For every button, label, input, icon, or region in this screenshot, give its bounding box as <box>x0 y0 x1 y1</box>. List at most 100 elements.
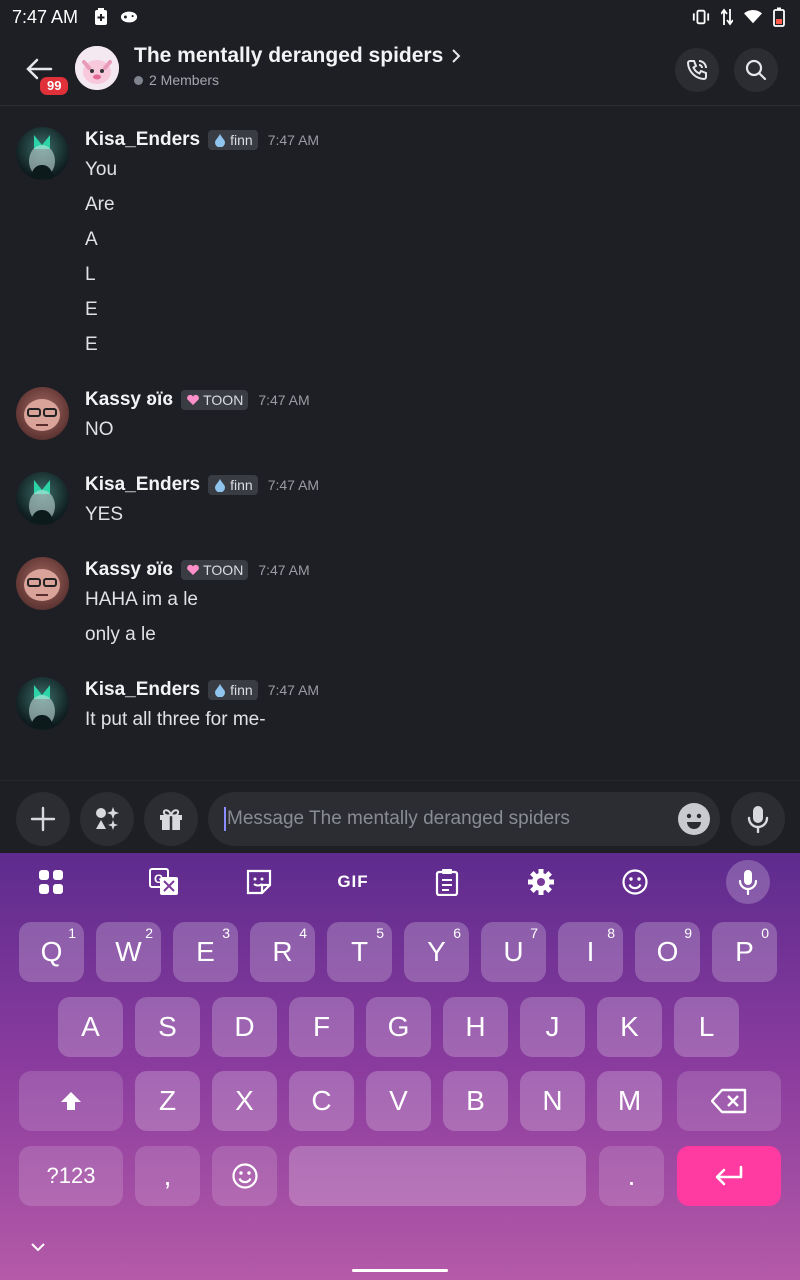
key-q[interactable]: Q1 <box>19 922 84 982</box>
key-h[interactable]: H <box>443 997 508 1057</box>
author-name[interactable]: Kassy ʚïɞ <box>85 559 173 581</box>
hide-keyboard-chevron-icon[interactable] <box>28 1237 48 1257</box>
avatar[interactable] <box>16 472 69 525</box>
key-f[interactable]: F <box>289 997 354 1057</box>
clan-tag-label: finn <box>230 682 253 698</box>
key-k[interactable]: K <box>597 997 662 1057</box>
clipboard-button[interactable] <box>432 867 462 897</box>
avatar[interactable] <box>16 557 69 610</box>
key-l[interactable]: L <box>674 997 739 1057</box>
add-attachment-button[interactable] <box>16 792 70 846</box>
message-list[interactable]: Kisa_Enders finn 7:47 AM You Are A L E E… <box>0 107 800 779</box>
keyboard-emoji-button[interactable] <box>620 867 650 897</box>
author-name[interactable]: Kassy ʚïɞ <box>85 389 173 411</box>
key-a[interactable]: A <box>58 997 123 1057</box>
key-u[interactable]: U7 <box>481 922 546 982</box>
clan-tag-label: TOON <box>203 562 244 578</box>
key-z[interactable]: Z <box>135 1071 200 1131</box>
apps-button[interactable] <box>80 792 134 846</box>
key-j[interactable]: J <box>520 997 585 1057</box>
key-label: I <box>586 936 595 967</box>
key-x[interactable]: X <box>212 1071 277 1131</box>
clan-tag-label: finn <box>230 477 253 493</box>
message-input[interactable]: Message The mentally deranged spiders <box>208 792 720 846</box>
keyboard-toolbar: G GIF <box>0 853 800 911</box>
key-o[interactable]: O9 <box>635 922 700 982</box>
key-t[interactable]: T5 <box>327 922 392 982</box>
key-w[interactable]: W2 <box>96 922 161 982</box>
backspace-key[interactable] <box>677 1071 781 1131</box>
voice-message-button[interactable] <box>731 792 785 846</box>
clan-tag[interactable]: finn <box>208 475 258 495</box>
key-g[interactable]: G <box>366 997 431 1057</box>
kisa-avatar-icon <box>29 135 55 179</box>
droplet-icon <box>215 479 226 492</box>
avatar[interactable] <box>16 127 69 180</box>
clan-tag[interactable]: TOON <box>181 560 249 580</box>
message-text[interactable]: YES <box>85 504 123 526</box>
author-name[interactable]: Kisa_Enders <box>85 129 200 151</box>
period-key[interactable]: . <box>599 1146 664 1206</box>
key-number-hint: 2 <box>145 925 153 941</box>
message-text[interactable]: NO <box>85 419 114 441</box>
key-label: K <box>620 1011 639 1042</box>
enter-key[interactable] <box>677 1146 781 1206</box>
message-text[interactable]: L <box>85 264 96 286</box>
space-key[interactable] <box>289 1146 586 1206</box>
key-s[interactable]: S <box>135 997 200 1057</box>
key-n[interactable]: N <box>520 1071 585 1131</box>
message-text[interactable]: HAHA im a le <box>85 589 198 611</box>
comma-key[interactable]: , <box>135 1146 200 1206</box>
message-text[interactable]: E <box>85 334 98 356</box>
message-text[interactable]: only a le <box>85 624 156 646</box>
call-button[interactable] <box>675 48 719 92</box>
message-text[interactable]: Are <box>85 194 115 216</box>
message-text[interactable]: It put all three for me- <box>85 709 266 731</box>
key-v[interactable]: V <box>366 1071 431 1131</box>
keyboard-settings-button[interactable] <box>526 867 556 897</box>
sticker-button[interactable] <box>244 867 274 897</box>
home-indicator[interactable] <box>352 1269 448 1272</box>
keyboard-apps-button[interactable] <box>36 867 66 897</box>
gift-button[interactable] <box>144 792 198 846</box>
avatar[interactable] <box>16 677 69 730</box>
kisa-avatar-icon <box>29 480 55 524</box>
timestamp: 7:47 AM <box>267 132 320 148</box>
timestamp: 7:47 AM <box>258 562 310 578</box>
key-label: D <box>234 1011 255 1042</box>
author-name[interactable]: Kisa_Enders <box>85 474 200 496</box>
group-avatar[interactable] <box>75 46 119 90</box>
key-label: H <box>465 1011 486 1042</box>
translate-button[interactable]: G <box>149 867 179 897</box>
message-text[interactable]: E <box>85 299 98 321</box>
gif-button[interactable]: GIF <box>336 867 370 897</box>
emoji-key[interactable] <box>212 1146 277 1206</box>
key-e[interactable]: E3 <box>173 922 238 982</box>
keyboard-voice-button[interactable] <box>726 860 770 904</box>
key-m[interactable]: M <box>597 1071 662 1131</box>
message-text[interactable]: A <box>85 229 98 251</box>
key-p[interactable]: P0 <box>712 922 777 982</box>
key-d[interactable]: D <box>212 997 277 1057</box>
message-placeholder: Message The mentally deranged spiders <box>227 808 570 829</box>
message-text[interactable]: You <box>85 159 117 181</box>
key-label: P <box>735 936 754 967</box>
key-r[interactable]: R4 <box>250 922 315 982</box>
enter-arrow-icon <box>715 1165 743 1186</box>
key-label: Y <box>427 936 446 967</box>
symbols-key[interactable]: ?123 <box>19 1146 123 1206</box>
key-b[interactable]: B <box>443 1071 508 1131</box>
author-name[interactable]: Kisa_Enders <box>85 679 200 701</box>
key-y[interactable]: Y6 <box>404 922 469 982</box>
clan-tag[interactable]: TOON <box>181 390 249 410</box>
key-i[interactable]: I8 <box>558 922 623 982</box>
shift-key[interactable] <box>19 1071 123 1131</box>
clan-tag[interactable]: finn <box>208 680 258 700</box>
emoji-button[interactable] <box>678 803 710 835</box>
key-c[interactable]: C <box>289 1071 354 1131</box>
avatar[interactable] <box>16 387 69 440</box>
search-button[interactable] <box>734 48 778 92</box>
unread-badge: 99 <box>37 74 72 98</box>
clan-tag[interactable]: finn <box>208 130 258 150</box>
channel-title[interactable]: The mentally deranged spiders <box>134 44 461 68</box>
